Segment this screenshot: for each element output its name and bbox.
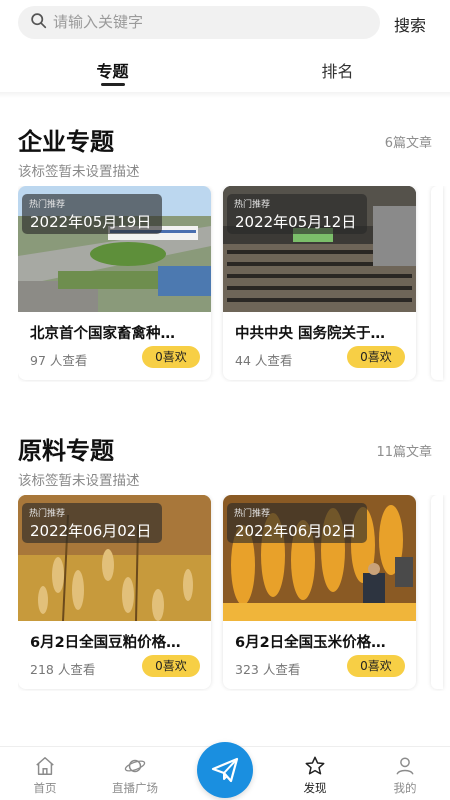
nav-discover-label: 发现 (303, 781, 327, 795)
section-article-count[interactable]: 11篇文章 (376, 441, 432, 460)
card-title: 北京首个国家畜禽种… (30, 326, 175, 342)
card-carousel[interactable]: 热门推荐 2022年06月02日 6月2日全国豆粕价格… 218 人查看 0喜欢 (18, 495, 450, 691)
tab-ranking[interactable]: 排名 (225, 44, 450, 92)
tab-active-indicator (101, 83, 125, 86)
article-card[interactable]: 热门推荐 2022年05月19日 北京首个国家畜禽种… 97 人查看 0喜欢 (18, 186, 211, 380)
center-publish-button[interactable] (197, 742, 253, 798)
like-button[interactable]: 0喜欢 (347, 655, 405, 677)
hot-badge: 热门推荐 2022年06月02日 (227, 503, 367, 543)
hot-badge-label: 热门推荐 (234, 200, 271, 210)
nav-mine-label: 我的 (393, 781, 417, 795)
tab-topics[interactable]: 专题 (0, 44, 225, 92)
tabs-divider (0, 92, 450, 98)
card-views: 44 人查看 (235, 353, 293, 368)
search-input[interactable] (53, 13, 353, 31)
like-button[interactable]: 0喜欢 (347, 346, 405, 368)
tab-ranking-label: 排名 (321, 62, 354, 81)
hot-badge-label: 热门推荐 (29, 509, 66, 519)
like-button[interactable]: 0喜欢 (142, 346, 200, 368)
nav-home[interactable]: 首页 (5, 747, 85, 800)
search-field[interactable] (18, 5, 380, 39)
article-card[interactable]: 热门推荐 2022年06月02日 6月2日全国豆粕价格… 218 人查看 0喜欢 (18, 495, 211, 689)
section-enterprise: 企业专题 6篇文章 该标签暂未设置描述 热门推荐 2022年05月19日 北京首… (0, 122, 450, 392)
card-carousel[interactable]: 热门推荐 2022年05月19日 北京首个国家畜禽种… 97 人查看 0喜欢 热… (18, 186, 450, 382)
article-card-peek[interactable] (431, 186, 443, 380)
hot-badge-label: 热门推荐 (234, 509, 271, 519)
card-title: 中共中央 国务院关于… (235, 326, 386, 342)
section-title: 企业专题 (18, 128, 114, 156)
planet-icon (124, 759, 146, 773)
tab-bar: 专题 排名 (0, 44, 450, 92)
card-date: 2022年06月02日 (235, 522, 357, 540)
hot-badge-label: 热门推荐 (29, 200, 66, 210)
card-date: 2022年06月02日 (30, 522, 152, 540)
user-icon (396, 757, 414, 775)
section-description: 该标签暂未设置描述 (18, 473, 140, 489)
search-bar: 搜索 (0, 0, 450, 44)
card-date: 2022年05月19日 (30, 213, 152, 231)
nav-live-square[interactable]: 直播广场 (95, 747, 175, 800)
article-card-peek[interactable] (431, 495, 443, 689)
section-article-count[interactable]: 6篇文章 (385, 132, 432, 151)
tab-topics-label: 专题 (96, 62, 129, 81)
nav-mine[interactable]: 我的 (365, 747, 445, 800)
search-icon (30, 12, 47, 33)
card-date: 2022年05月12日 (235, 213, 357, 231)
nav-discover[interactable]: 发现 (275, 747, 355, 800)
card-title: 6月2日全国玉米价格… (235, 635, 386, 651)
card-views: 218 人查看 (30, 662, 96, 677)
card-title: 6月2日全国豆粕价格… (30, 635, 181, 651)
hot-badge: 热门推荐 2022年05月19日 (22, 194, 162, 234)
card-views: 97 人查看 (30, 353, 88, 368)
like-button[interactable]: 0喜欢 (142, 655, 200, 677)
star-icon (305, 756, 325, 775)
home-icon (36, 757, 54, 775)
section-raw-material: 原料专题 11篇文章 该标签暂未设置描述 热门推荐 2022年06月02日 6月… (0, 431, 450, 701)
section-description: 该标签暂未设置描述 (18, 164, 140, 180)
article-card[interactable]: 热门推荐 2022年05月12日 中共中央 国务院关于… 44 人查看 0喜欢 (223, 186, 416, 380)
hot-badge: 热门推荐 2022年06月02日 (22, 503, 162, 543)
nav-live-square-label: 直播广场 (112, 781, 158, 795)
card-views: 323 人查看 (235, 662, 301, 677)
article-card[interactable]: 热门推荐 2022年06月02日 6月2日全国玉米价格… 323 人查看 0喜欢 (223, 495, 416, 689)
search-button[interactable]: 搜索 (394, 12, 426, 36)
nav-home-label: 首页 (33, 781, 57, 795)
section-title: 原料专题 (18, 437, 114, 465)
paper-plane-icon (211, 757, 239, 783)
hot-badge: 热门推荐 2022年05月12日 (227, 194, 367, 234)
